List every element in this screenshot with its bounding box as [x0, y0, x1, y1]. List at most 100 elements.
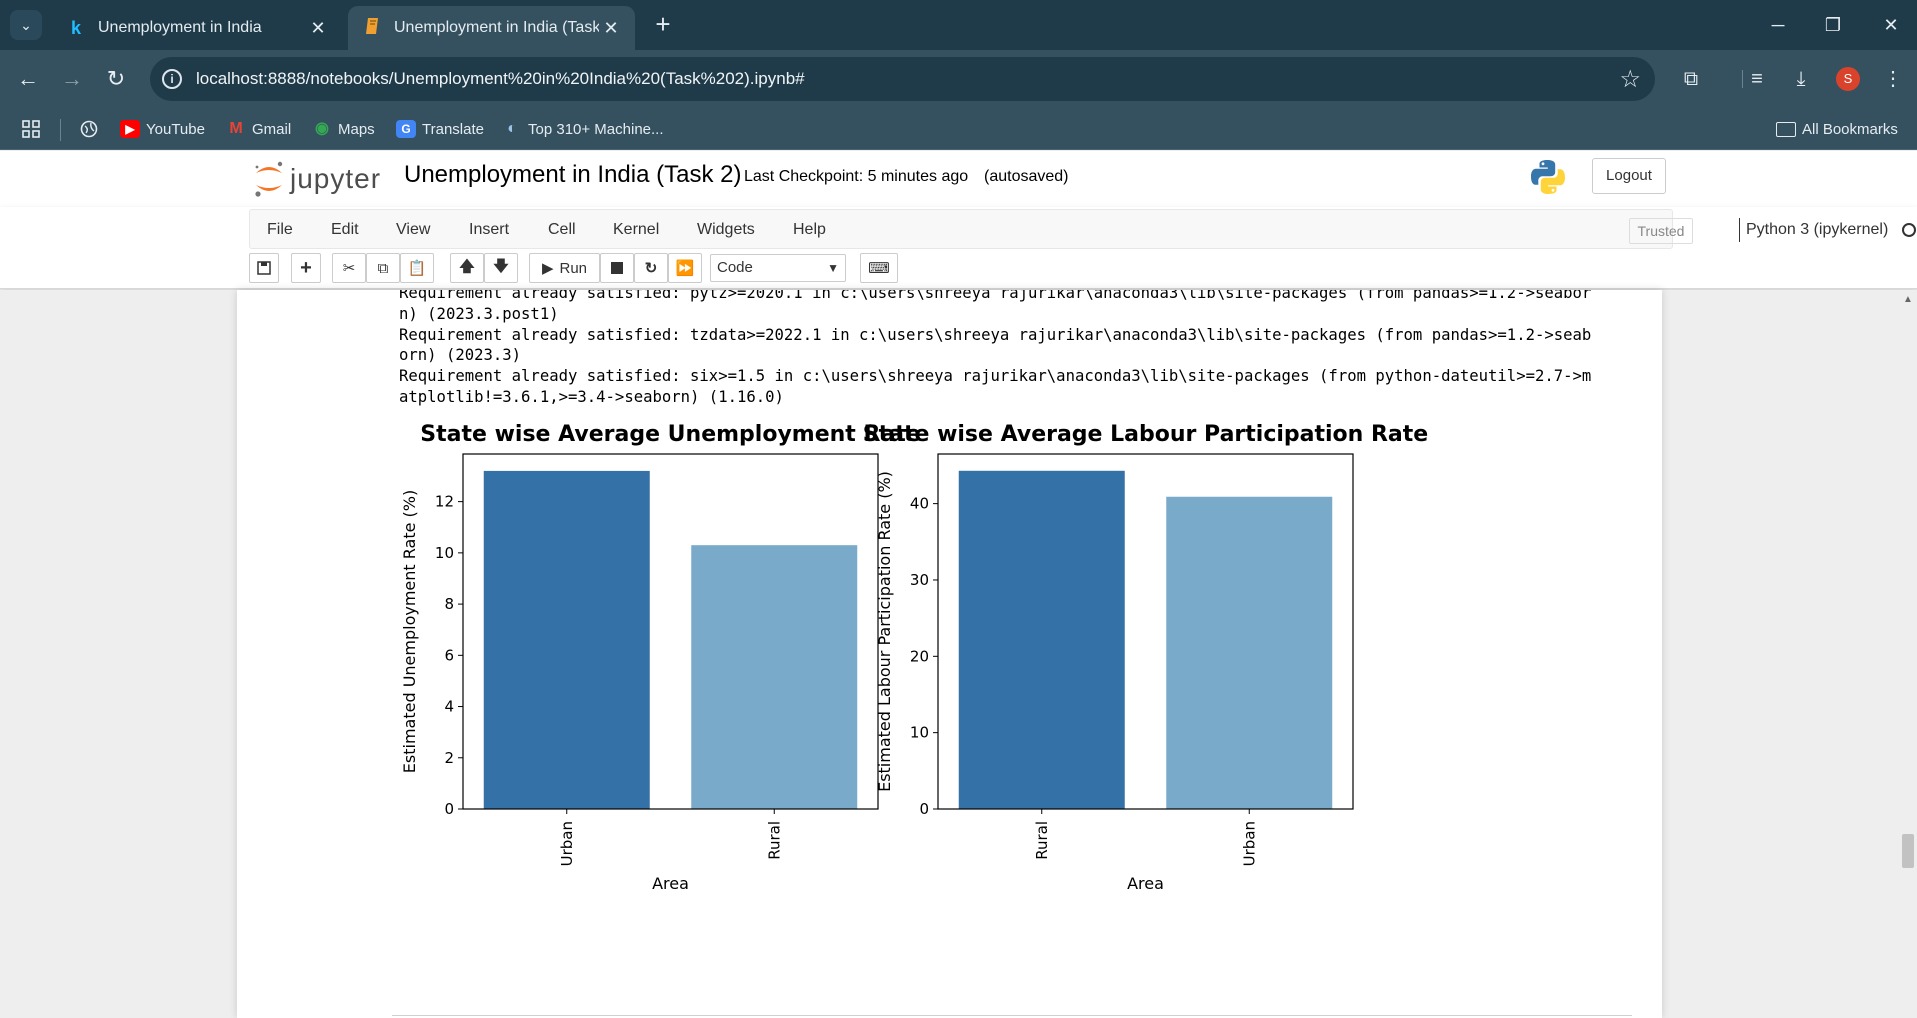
minimize-icon[interactable]: ─ — [1763, 10, 1793, 40]
copy-button[interactable]: ⧉ — [366, 253, 400, 283]
tab-unemployment-in-india[interactable]: k Unemployment in India ✕ — [52, 6, 342, 50]
menu-insert[interactable]: Insert — [469, 221, 509, 239]
all-bookmarks[interactable]: All Bookmarks — [1776, 118, 1898, 140]
y-tick-label: 2 — [444, 749, 454, 767]
all-bookmarks-label: All Bookmarks — [1802, 120, 1898, 138]
site-info-icon[interactable]: i — [162, 69, 182, 89]
site-icon: ◐ — [507, 120, 517, 137]
bookmark-gmail[interactable]: M Gmail — [226, 118, 291, 140]
kernel-name[interactable]: Python 3 (ipykernel) — [1746, 221, 1888, 239]
notebook-container: Requirement already satisfied: pytz>=202… — [237, 290, 1662, 1018]
arrow-up-icon: 🡅 — [459, 257, 475, 275]
close-window-icon[interactable]: ✕ — [1876, 10, 1906, 40]
y-tick-label: 20 — [910, 647, 929, 665]
play-icon: ▶ — [541, 260, 554, 277]
keyboard-icon: ⌨ — [868, 260, 890, 277]
paste-icon: 📋 — [407, 260, 427, 277]
bookmark-label: Maps — [338, 120, 375, 138]
output-line: n) (2023.3.post1) — [399, 304, 559, 323]
menu-file[interactable]: File — [267, 221, 293, 239]
insert-cell-button[interactable]: + — [291, 253, 321, 283]
bookmark-maps[interactable]: ◉ Maps — [312, 118, 375, 140]
plus-icon: + — [300, 256, 312, 279]
save-button[interactable] — [249, 253, 279, 283]
youtube-icon: ▶ — [120, 120, 140, 138]
y-axis-label: Estimated Labour Participation Rate (%) — [875, 471, 894, 792]
bookmark-translate[interactable]: G Translate — [396, 118, 484, 140]
x-tick-label: Urban — [558, 821, 576, 866]
restart-run-all-button[interactable]: ⏩ — [668, 253, 702, 283]
menu-view[interactable]: View — [396, 221, 430, 239]
tab-close-icon[interactable]: ✕ — [306, 18, 330, 39]
jupyter-logo-icon — [255, 161, 283, 197]
media-controls-icon[interactable]: ≡ — [1742, 64, 1772, 94]
gmail-icon: M — [229, 120, 243, 137]
profile-avatar[interactable]: S — [1836, 67, 1860, 91]
globe-icon[interactable] — [80, 118, 98, 140]
url-text: localhost:8888/notebooks/Unemployment%20… — [196, 69, 805, 88]
download-icon[interactable]: ⤓ — [1786, 64, 1816, 94]
output-line: Requirement already satisfied: six>=1.5 … — [399, 367, 1592, 386]
chevron-down-icon: ▼ — [827, 261, 839, 275]
chart-title: State wise Average Unemployment Rate — [420, 422, 920, 447]
save-icon — [257, 261, 271, 275]
bookmark-star-icon[interactable]: ☆ — [1619, 65, 1641, 94]
browser-menu-icon[interactable]: ⋮ — [1878, 64, 1908, 94]
y-tick-label: 10 — [435, 544, 454, 562]
bookmark-youtube[interactable]: ▶ YouTube — [120, 118, 205, 140]
trusted-badge[interactable]: Trusted — [1629, 218, 1693, 244]
cut-button[interactable]: ✂ — [332, 253, 366, 283]
notebook-name[interactable]: Unemployment in India (Task 2) — [404, 161, 741, 189]
menu-kernel[interactable]: Kernel — [613, 221, 659, 239]
scissors-icon: ✂ — [342, 260, 356, 277]
run-button[interactable]: ▶ Run — [529, 253, 600, 283]
apps-grid-icon[interactable] — [22, 118, 40, 140]
logout-button[interactable]: Logout — [1592, 158, 1666, 194]
bookmark-label: Gmail — [252, 120, 292, 138]
menu-cell[interactable]: Cell — [548, 221, 576, 239]
chart-title: State wise Average Labour Participation … — [863, 422, 1428, 447]
tab-close-icon[interactable]: ✕ — [599, 18, 623, 39]
extensions-icon[interactable]: ⧉ — [1676, 64, 1706, 94]
kernel-divider — [1739, 218, 1740, 242]
restart-button[interactable]: ↻ — [634, 253, 668, 283]
tab-unemployment-in-india-task-2[interactable]: Unemployment in India (Task 2) ✕ — [348, 6, 635, 50]
arrow-down-icon: 🡇 — [493, 257, 509, 275]
back-icon[interactable]: ← — [12, 63, 44, 95]
menu-edit[interactable]: Edit — [331, 221, 359, 239]
scroll-up-icon[interactable]: ▲ — [1902, 294, 1914, 306]
move-up-button[interactable]: 🡅 — [450, 253, 484, 283]
address-bar[interactable]: i localhost:8888/notebooks/Unemployment%… — [150, 57, 1655, 101]
bookmark-top-machine[interactable]: ◐ Top 310+ Machine... — [502, 118, 663, 140]
cell-type-select[interactable]: Code ▼ — [710, 254, 846, 282]
output-figure: State wise Average Unemployment Rate Urba… — [400, 422, 1428, 893]
menu-help[interactable]: Help — [793, 221, 826, 239]
menu-widgets[interactable]: Widgets — [697, 221, 755, 239]
bar-rural — [691, 545, 858, 809]
restore-icon[interactable]: ❐ — [1818, 10, 1848, 40]
bookmarks-bar: ▶ YouTube M Gmail ◉ Maps G Translate ◐ T… — [0, 108, 1917, 150]
y-axis-label: Estimated Unemployment Rate (%) — [400, 490, 419, 773]
move-down-button[interactable]: 🡇 — [484, 253, 518, 283]
last-checkpoint: Last Checkpoint: 5 minutes ago — [744, 168, 969, 185]
output-line: atplotlib!=3.6.1,>=3.4->seaborn) (1.16.0… — [399, 387, 784, 406]
y-tick-label: 30 — [910, 571, 929, 589]
reload-icon[interactable]: ↻ — [100, 63, 132, 95]
new-tab-icon[interactable]: + — [648, 10, 678, 40]
interrupt-button[interactable] — [600, 253, 634, 283]
output-line: Requirement already satisfied: tzdata>=2… — [399, 325, 1592, 344]
stop-icon — [611, 262, 623, 274]
paste-button[interactable]: 📋 — [400, 253, 434, 283]
x-tick-label: Urban — [1240, 821, 1258, 866]
scrollbar-thumb[interactable] — [1902, 834, 1914, 868]
jupyter-logo[interactable]: jupyter — [250, 157, 390, 201]
python-logo-icon — [1531, 160, 1565, 194]
kaggle-favicon-icon: k — [70, 17, 81, 38]
bar-urban — [1166, 496, 1333, 809]
command-palette-button[interactable]: ⌨ — [860, 253, 898, 283]
autosave-status: (autosaved) — [984, 168, 1069, 185]
tab-search-dropdown-icon[interactable]: ⌄ — [10, 10, 42, 40]
y-tick-label: 4 — [444, 698, 454, 716]
forward-icon[interactable]: → — [56, 63, 88, 95]
jupyter-header: jupyter Unemployment in India (Task 2) L… — [0, 151, 1917, 207]
